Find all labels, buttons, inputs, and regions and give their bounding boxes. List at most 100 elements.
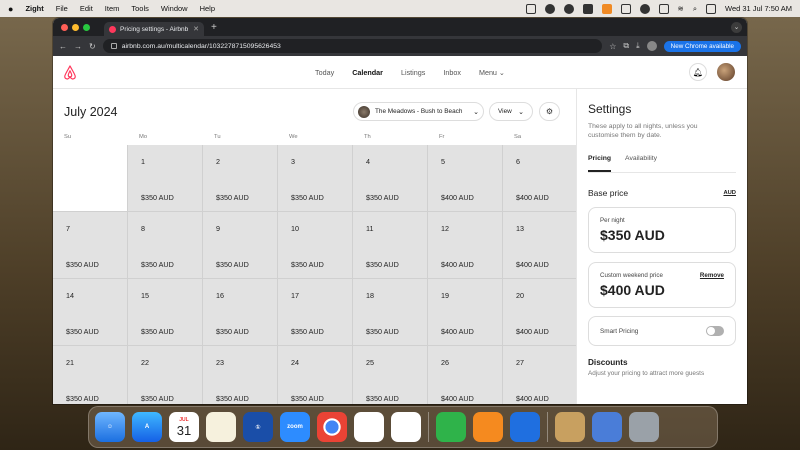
view-selector[interactable]: View ⌄	[489, 102, 533, 121]
calendar-day-cell[interactable]: 17 $350 AUD	[278, 279, 353, 346]
day-price: $350 AUD	[66, 260, 99, 269]
tab-pricing[interactable]: Pricing	[588, 155, 612, 173]
bookmark-star-icon[interactable]: ☆	[609, 42, 616, 51]
nav-calendar[interactable]: Calendar	[352, 68, 383, 77]
control-center-icon[interactable]	[706, 3, 717, 14]
weekend-price-card[interactable]: Custom weekend price Remove $400 AUD	[588, 262, 736, 309]
menubar-app-name[interactable]: Zight	[25, 4, 43, 13]
currency-link[interactable]: AUD	[723, 190, 736, 196]
calendar-day-cell[interactable]: 22 $350 AUD	[128, 346, 203, 404]
search-icon[interactable]: ⌕	[693, 4, 697, 14]
notes-icon[interactable]	[206, 412, 236, 442]
new-chrome-available-button[interactable]: New Chrome available	[663, 40, 741, 52]
calendar-day-cell[interactable]: 19 $400 AUD	[428, 279, 503, 346]
calendar-day-cell[interactable]: 11 $350 AUD	[353, 212, 428, 279]
notifications-bell-icon[interactable]: 🔔︎	[689, 63, 707, 81]
calendar-day-cell[interactable]: 9 $350 AUD	[203, 212, 278, 279]
calendar-day-cell[interactable]: 4 $350 AUD	[353, 145, 428, 212]
menubar-item-edit[interactable]: Edit	[80, 4, 93, 13]
browser-tab[interactable]: Pricing settings - Airbnb ✕	[104, 22, 204, 36]
calendar-day-cell[interactable]: 21 $350 AUD	[53, 346, 128, 404]
zoom-icon[interactable]: zoom	[280, 412, 310, 442]
menubar-item-window[interactable]: Window	[161, 4, 188, 13]
calendar-day-cell[interactable]: 2 $350 AUD	[203, 145, 278, 212]
menu-extra-3-icon[interactable]	[639, 3, 650, 14]
calendar-day-cell[interactable]: 15 $350 AUD	[128, 279, 203, 346]
calendar-day-cell[interactable]: 27 $400 AUD	[503, 346, 576, 404]
address-bar[interactable]: airbnb.com.au/multicalendar/103227871509…	[102, 39, 603, 53]
calendar-day-cell[interactable]: 12 $400 AUD	[428, 212, 503, 279]
calendar-day-cell[interactable]: 13 $400 AUD	[503, 212, 576, 279]
calendar-day-cell[interactable]: 20 $400 AUD	[503, 279, 576, 346]
reload-icon[interactable]: ↻	[89, 42, 96, 51]
calendar-day-cell[interactable]: 18 $350 AUD	[353, 279, 428, 346]
tab-availability[interactable]: Availability	[625, 155, 657, 172]
calendar-day-cell[interactable]: 5 $400 AUD	[428, 145, 503, 212]
screen-record-icon[interactable]	[525, 3, 536, 14]
nav-listings[interactable]: Listings	[401, 68, 425, 77]
calendar-day-cell[interactable]: 8 $350 AUD	[128, 212, 203, 279]
menu-extra-2-icon[interactable]	[582, 3, 593, 14]
wifi-icon[interactable]: ≋	[678, 4, 684, 13]
1password-icon[interactable]: ①	[243, 412, 273, 442]
apple-icon[interactable]: ●	[8, 4, 13, 14]
download-icon[interactable]: ⤓	[636, 41, 640, 51]
calendar-day-cell[interactable]: 23 $350 AUD	[203, 346, 278, 404]
nav-inbox[interactable]: Inbox	[443, 68, 461, 77]
profile-avatar[interactable]	[646, 41, 657, 51]
nav-menu[interactable]: Menu ⌄	[479, 68, 505, 77]
maximize-window-button[interactable]	[83, 23, 90, 31]
menubar-item-item[interactable]: Item	[105, 4, 120, 13]
upload-icon[interactable]	[601, 3, 612, 14]
calendar-day-cell[interactable]: 10 $350 AUD	[278, 212, 353, 279]
pages-icon[interactable]	[473, 412, 503, 442]
menubar-item-file[interactable]: File	[56, 4, 68, 13]
day-number: 18	[366, 291, 374, 300]
close-tab-icon[interactable]: ✕	[193, 25, 199, 33]
calendar-day-cell[interactable]: 25 $350 AUD	[353, 346, 428, 404]
forward-icon[interactable]: →	[74, 42, 82, 51]
nav-today[interactable]: Today	[315, 68, 334, 77]
airbnb-logo-icon[interactable]	[63, 65, 77, 80]
calendar-settings-gear-icon[interactable]: ⚙	[539, 102, 560, 121]
desktop-stack-icon[interactable]	[592, 412, 622, 442]
calendar-day-cell[interactable]: 24 $350 AUD	[278, 346, 353, 404]
messenger-icon[interactable]	[563, 3, 574, 14]
calendar-day-cell[interactable]: 26 $400 AUD	[428, 346, 503, 404]
smart-pricing-toggle[interactable]	[706, 326, 724, 337]
menubar-item-help[interactable]: Help	[200, 4, 215, 13]
calendar-day-cell[interactable]: 16 $350 AUD	[203, 279, 278, 346]
new-tab-button[interactable]: +	[211, 22, 217, 33]
tab-search-icon[interactable]: ⌄	[731, 21, 742, 33]
calendar-day-cell[interactable]: 3 $350 AUD	[278, 145, 353, 212]
remove-weekend-price-button[interactable]: Remove	[700, 272, 724, 279]
menubar-clock[interactable]: Wed 31 Jul 7:50 AM	[725, 4, 792, 13]
slack-icon[interactable]	[354, 412, 384, 442]
user-avatar[interactable]	[717, 63, 735, 81]
minimize-window-button[interactable]	[72, 23, 79, 31]
photos-icon[interactable]	[391, 412, 421, 442]
calendar-day-cell[interactable]: 1 $350 AUD	[128, 145, 203, 212]
calendar-day-cell[interactable]: 7 $350 AUD	[53, 212, 128, 279]
archive-utility-icon[interactable]	[555, 412, 585, 442]
numbers-icon[interactable]	[436, 412, 466, 442]
display-icon[interactable]	[658, 3, 669, 14]
calendar-day-cell[interactable]: 6 $400 AUD	[503, 145, 576, 212]
listing-selector[interactable]: The Meadows - Bush to Beach ⌄	[353, 102, 484, 121]
screen-sharing-icon[interactable]	[510, 412, 540, 442]
calendar-empty-cell	[53, 145, 128, 212]
close-window-button[interactable]	[61, 23, 68, 31]
calendar-app-icon[interactable]: JUL 31	[169, 412, 199, 442]
menubar-item-tools[interactable]: Tools	[131, 4, 149, 13]
app-store-icon[interactable]: A	[132, 412, 162, 442]
menu-extra-icon[interactable]	[544, 3, 555, 14]
chrome-icon[interactable]	[317, 412, 347, 442]
finder-icon[interactable]: ☺	[95, 412, 125, 442]
back-icon[interactable]: ←	[59, 42, 67, 51]
calendar-day-cell[interactable]: 14 $350 AUD	[53, 279, 128, 346]
extensions-icon[interactable]: ⧉	[623, 41, 629, 51]
site-info-icon[interactable]	[110, 43, 117, 49]
trash-icon[interactable]	[629, 412, 659, 442]
per-night-price-card[interactable]: Per night $350 AUD	[588, 207, 736, 254]
clipboard-icon[interactable]	[620, 3, 631, 14]
